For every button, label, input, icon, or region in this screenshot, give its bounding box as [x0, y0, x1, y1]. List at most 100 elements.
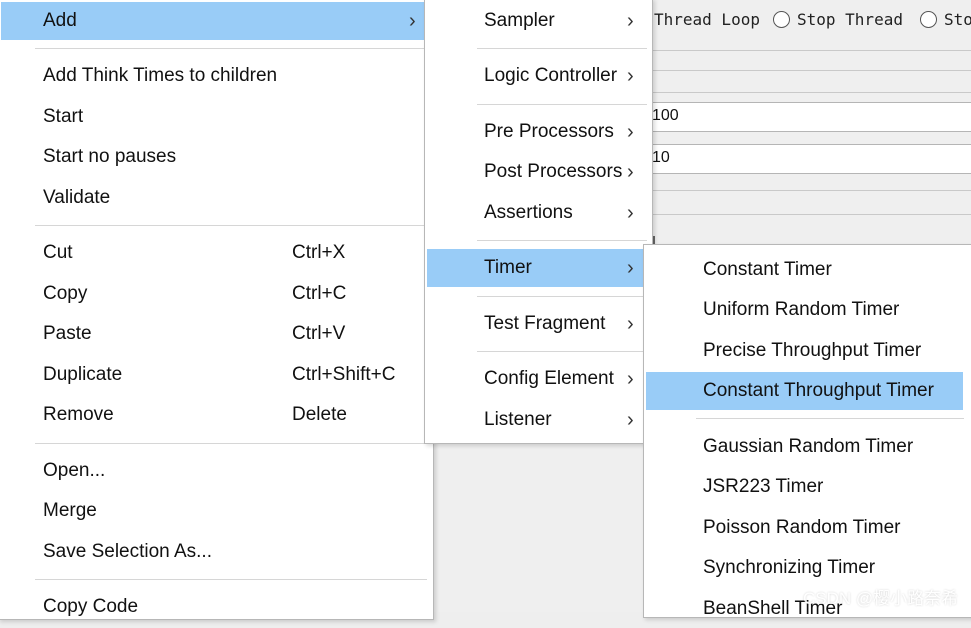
menu-item-label: Timer — [484, 257, 532, 278]
menu-item-shortcut: Ctrl+C — [292, 283, 347, 304]
divider — [652, 214, 971, 215]
menu-item-label: Config Element — [484, 368, 614, 389]
menu-item-label: Merge — [43, 500, 97, 521]
menu-item-label: Poisson Random Timer — [703, 517, 901, 538]
menu-item-label: Listener — [484, 409, 552, 430]
chevron-right-icon: › — [627, 10, 634, 32]
context-menu-item-start[interactable]: Start — [1, 98, 427, 136]
menu-item-label: JSR223 Timer — [703, 476, 824, 497]
add-submenu-item-pre-processors[interactable]: Pre Processors › — [427, 113, 647, 151]
add-submenu: Sampler › Logic Controller › Pre Processors ›… — [424, 0, 653, 444]
context-menu-item-cut[interactable]: Cut Ctrl+X — [1, 234, 427, 272]
add-submenu-item-test-fragment[interactable]: Test Fragment › — [427, 305, 647, 343]
chevron-right-icon: › — [627, 409, 634, 431]
radio-label: Thread Loop — [654, 10, 760, 29]
divider — [652, 70, 971, 71]
menu-separator — [477, 296, 647, 297]
add-submenu-item-listener[interactable]: Listener › — [427, 401, 647, 439]
menu-item-label: Open... — [43, 460, 106, 481]
chevron-right-icon: › — [627, 121, 634, 143]
menu-separator — [35, 443, 427, 444]
menu-separator — [477, 48, 647, 49]
menu-item-label: Paste — [43, 323, 92, 344]
menu-separator — [477, 351, 647, 352]
divider — [652, 92, 971, 93]
menu-item-label: Validate — [43, 187, 111, 208]
radio-label: Stop Thread — [797, 10, 903, 29]
timer-submenu-item-constant-throughput-timer[interactable]: Constant Throughput Timer — [646, 372, 963, 410]
context-menu-item-duplicate[interactable]: Duplicate Ctrl+Shift+C — [1, 356, 427, 394]
menu-separator — [35, 48, 427, 49]
add-submenu-item-logic-controller[interactable]: Logic Controller › — [427, 57, 647, 95]
timer-submenu-item-gaussian-random-timer[interactable]: Gaussian Random Timer — [646, 428, 963, 466]
field-value: 100 — [652, 107, 679, 124]
menu-separator — [696, 418, 964, 419]
context-menu-item-start-no-pauses[interactable]: Start no pauses — [1, 138, 427, 176]
context-menu-item-merge[interactable]: Merge — [1, 492, 427, 530]
context-menu-item-add-think-times-to-children[interactable]: Add Think Times to children — [1, 57, 427, 95]
timer-submenu-item-synchronizing-timer[interactable]: Synchronizing Timer — [646, 549, 963, 587]
add-submenu-item-post-processors[interactable]: Post Processors › — [427, 153, 647, 191]
radio-circle-icon — [920, 11, 937, 28]
thread-count-field[interactable]: 100 — [652, 102, 971, 132]
context-menu-item-paste[interactable]: Paste Ctrl+V — [1, 315, 427, 353]
menu-item-label: Copy Code — [43, 596, 139, 617]
timer-submenu-item-uniform-random-timer[interactable]: Uniform Random Timer — [646, 291, 963, 329]
chevron-right-icon: › — [627, 313, 634, 335]
radio-stop-test[interactable]: Sto — [920, 10, 971, 29]
radio-label: Sto — [944, 10, 971, 29]
menu-separator — [477, 240, 647, 241]
context-menu-item-save-selection-as[interactable]: Save Selection As... — [1, 533, 427, 571]
context-menu-item-copy-code[interactable]: Copy Code — [1, 588, 427, 626]
context-menu-item-remove[interactable]: Remove Delete — [1, 396, 427, 434]
timer-submenu-item-jsr223-timer[interactable]: JSR223 Timer — [646, 468, 963, 506]
menu-item-label: Remove — [43, 404, 114, 425]
menu-item-shortcut: Ctrl+V — [292, 323, 346, 344]
menu-item-label: Post Processors — [484, 161, 623, 182]
add-submenu-item-assertions[interactable]: Assertions › — [427, 194, 647, 232]
menu-item-label: Start no pauses — [43, 146, 177, 167]
menu-item-label: Logic Controller — [484, 65, 618, 86]
menu-item-label: Synchronizing Timer — [703, 557, 876, 578]
thread-action-radio-row: Thread Loop Stop Thread Sto — [652, 0, 971, 42]
menu-item-label: Add Think Times to children — [43, 65, 278, 86]
menu-item-label: Start — [43, 106, 84, 127]
menu-item-shortcut: Delete — [292, 404, 347, 425]
add-submenu-item-sampler[interactable]: Sampler › — [427, 2, 647, 40]
menu-item-label: Sampler — [484, 10, 555, 31]
menu-item-label: Pre Processors — [484, 121, 614, 142]
chevron-right-icon: › — [627, 161, 634, 183]
context-menu-item-add[interactable]: Add › — [1, 2, 427, 40]
chevron-right-icon: › — [627, 65, 634, 87]
add-submenu-item-config-element[interactable]: Config Element › — [427, 360, 647, 398]
timer-submenu: Constant Timer Uniform Random Timer Precis… — [643, 244, 971, 619]
menu-item-label: Cut — [43, 242, 73, 263]
context-menu: Add › Add Think Times to children Start Star… — [0, 0, 434, 620]
timer-submenu-item-precise-throughput-timer[interactable]: Precise Throughput Timer — [646, 332, 963, 370]
field-value: 10 — [652, 149, 670, 166]
chevron-right-icon: › — [409, 10, 416, 32]
context-menu-item-copy[interactable]: Copy Ctrl+C — [1, 275, 427, 313]
menu-item-label: Add — [43, 10, 77, 31]
chevron-right-icon: › — [627, 257, 634, 279]
ramp-up-field[interactable]: 10 — [652, 144, 971, 174]
menu-item-shortcut: Ctrl+Shift+C — [292, 364, 396, 385]
radio-stop-thread[interactable]: Stop Thread — [773, 10, 903, 29]
menu-item-label: Constant Throughput Timer — [703, 380, 934, 401]
add-submenu-item-timer[interactable]: Timer › — [427, 249, 647, 287]
menu-item-label: Constant Timer — [703, 259, 832, 280]
menu-item-label: Duplicate — [43, 364, 123, 385]
menu-item-label: Save Selection As... — [43, 541, 212, 562]
menu-item-label: Uniform Random Timer — [703, 299, 900, 320]
watermark: CSDN @樱小路奈希 — [803, 589, 959, 608]
context-menu-item-open[interactable]: Open... — [1, 452, 427, 490]
context-menu-item-validate[interactable]: Validate — [1, 179, 427, 217]
timer-submenu-item-constant-timer[interactable]: Constant Timer — [646, 251, 963, 289]
timer-submenu-item-poisson-random-timer[interactable]: Poisson Random Timer — [646, 509, 963, 547]
radio-thread-loop[interactable]: Thread Loop — [654, 10, 760, 29]
menu-separator — [477, 104, 647, 105]
chevron-right-icon: › — [627, 368, 634, 390]
menu-item-label: Precise Throughput Timer — [703, 340, 922, 361]
chevron-right-icon: › — [627, 202, 634, 224]
radio-circle-icon — [773, 11, 790, 28]
